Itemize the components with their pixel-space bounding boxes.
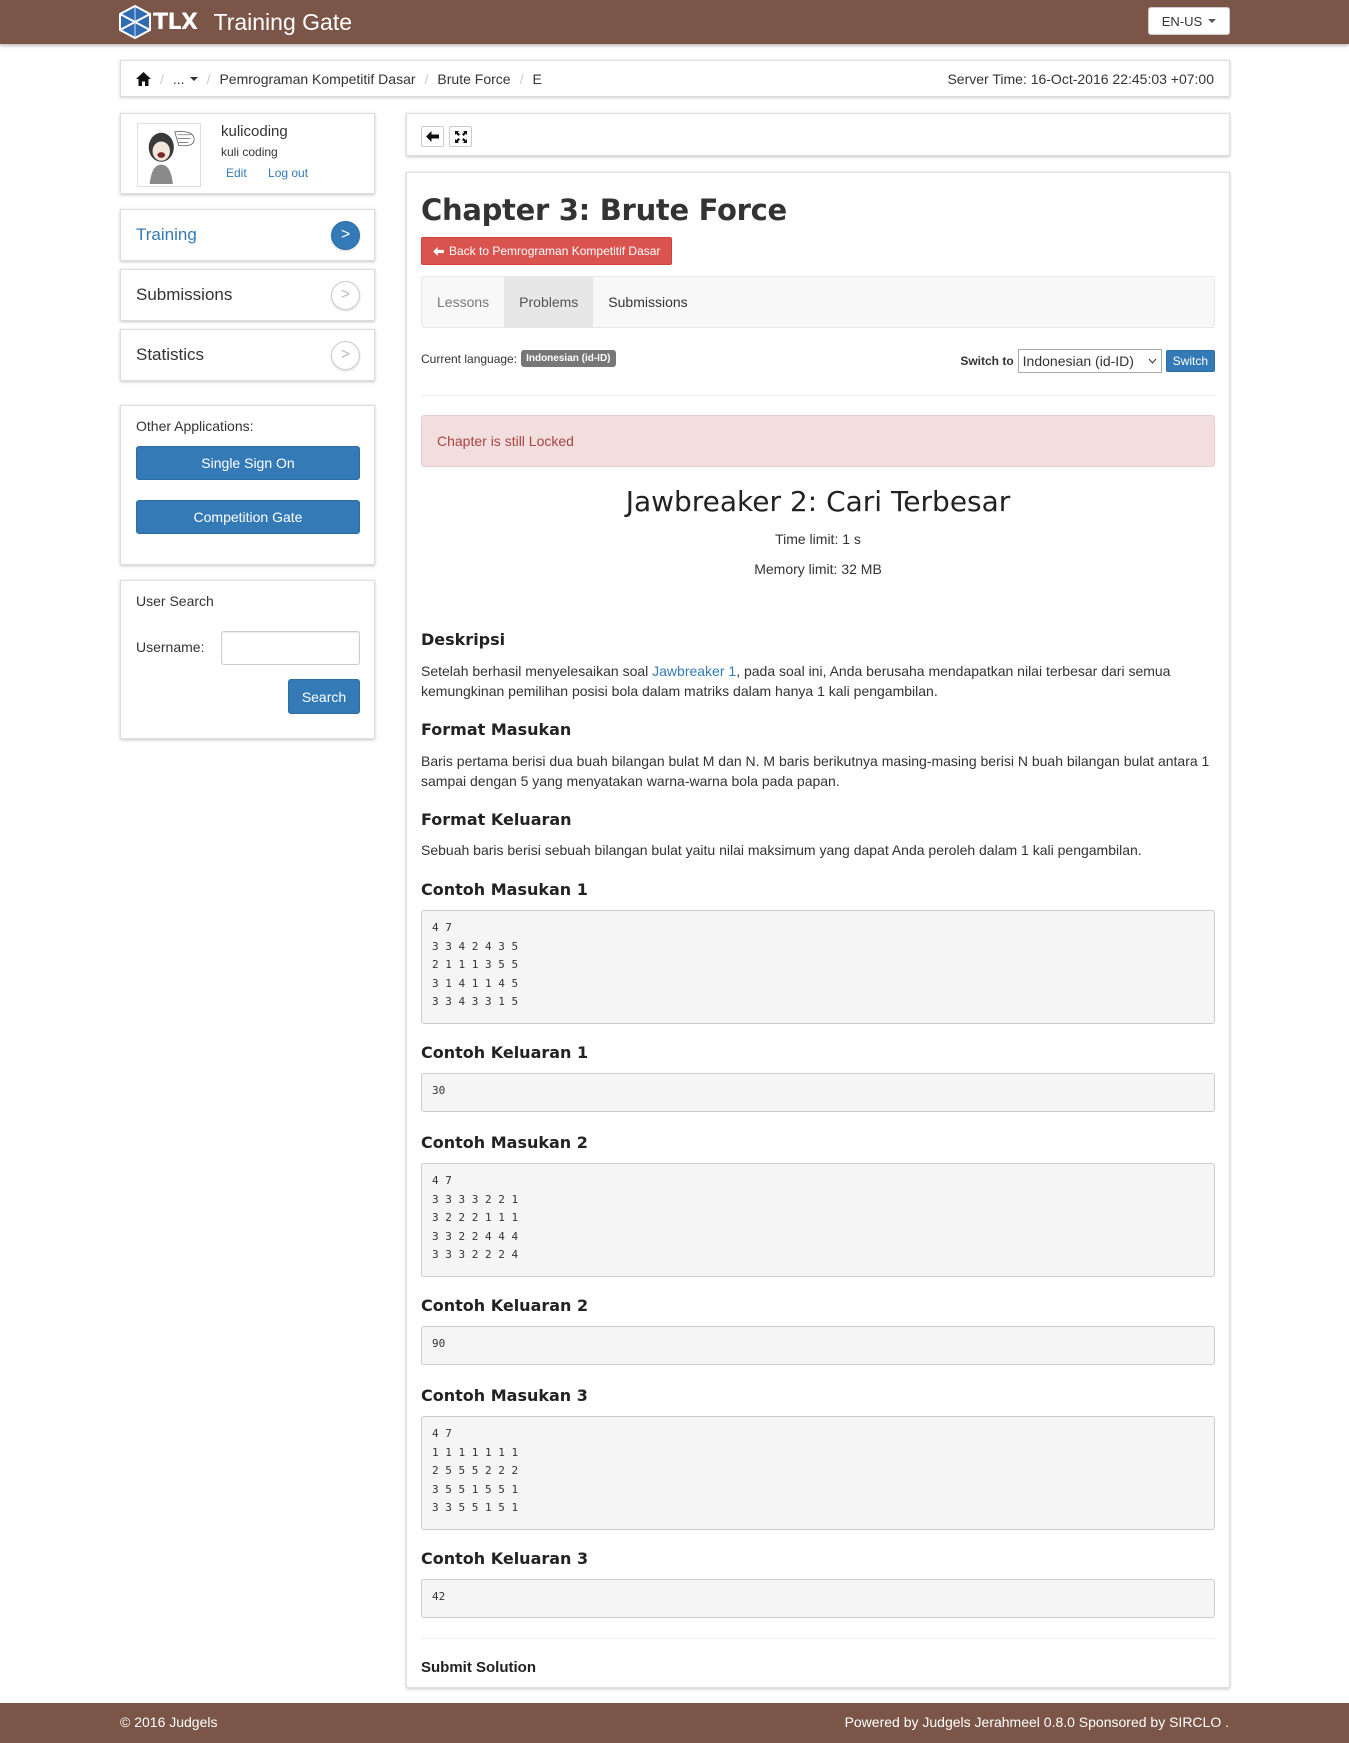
username-search-input[interactable] xyxy=(221,631,360,665)
sidebar-item-submissions[interactable]: Submissions > xyxy=(120,269,375,321)
edit-profile-link[interactable]: Edit xyxy=(226,166,247,180)
divider xyxy=(421,1638,1215,1639)
sample-output-block: 90 xyxy=(421,1326,1215,1365)
description-text: Setelah berhasil menyelesaikan soal Jawb… xyxy=(421,661,1215,701)
tab-problems[interactable]: Problems xyxy=(504,277,594,327)
sample-output-block: 42 xyxy=(421,1579,1215,1618)
sample-input-block: 4 7 3 3 4 2 4 3 5 2 1 1 1 3 5 5 3 1 4 1 … xyxy=(421,910,1215,1024)
back-to-course-label: Back to Pemrograman Kompetitif Dasar xyxy=(449,244,661,258)
breadcrumb-separator: / xyxy=(424,70,429,87)
arrow-left-icon xyxy=(433,246,444,256)
footer: © 2016 Judgels Powered by Judgels Jerahm… xyxy=(0,1703,1349,1743)
competition-gate-button[interactable]: Competition Gate xyxy=(136,500,360,534)
profile-realname: kuli coding xyxy=(221,145,278,159)
caret-down-icon xyxy=(189,76,198,81)
switch-label: Switch to xyxy=(960,354,1014,368)
fullscreen-icon xyxy=(454,130,467,143)
avatar-image xyxy=(140,126,198,184)
arrow-left-icon xyxy=(426,131,439,142)
sample-output-heading: Contoh Keluaran 1 xyxy=(421,1043,589,1062)
profile-panel: kulicoding kuli coding Edit Log out xyxy=(120,113,375,194)
sidebar-item-statistics[interactable]: Statistics > xyxy=(120,329,375,381)
home-icon[interactable] xyxy=(136,71,151,86)
time-limit: Time limit: 1 s xyxy=(775,531,861,547)
language-label: EN-US xyxy=(1161,13,1203,29)
input-format-heading: Format Masukan xyxy=(421,720,572,739)
sample-input-block: 4 7 3 3 3 3 2 2 1 3 2 2 2 1 1 1 3 3 2 2 … xyxy=(421,1163,1215,1277)
switch-language-button[interactable]: Switch xyxy=(1165,350,1215,372)
breadcrumb-more-dropdown[interactable]: ... xyxy=(173,71,198,87)
memory-limit: Memory limit: 32 MB xyxy=(754,561,882,577)
current-language-label: Current language: xyxy=(421,351,518,366)
profile-username: kulicoding xyxy=(221,123,288,140)
output-format-heading: Format Keluaran xyxy=(421,810,572,829)
sample-input-heading: Contoh Masukan 1 xyxy=(421,880,588,899)
language-select-value: Indonesian (id-ID) xyxy=(1022,353,1134,369)
language-select[interactable]: Indonesian (id-ID) xyxy=(1017,349,1162,373)
language-switcher: Switch to Indonesian (id-ID) Switch xyxy=(960,349,1215,373)
problem-title: Jawbreaker 2: Cari Terbesar xyxy=(625,485,1011,518)
breadcrumb-item-course[interactable]: Pemrograman Kompetitif Dasar xyxy=(219,71,415,87)
user-search-panel: User Search Username: Search xyxy=(120,580,375,739)
sample-input-heading: Contoh Masukan 3 xyxy=(421,1386,588,1405)
sample-output-block: 30 xyxy=(421,1073,1215,1112)
submit-solution-heading: Submit Solution xyxy=(421,1659,536,1676)
description-heading: Deskripsi xyxy=(421,630,506,649)
sample-output-heading: Contoh Keluaran 2 xyxy=(421,1296,589,1315)
chevron-right-icon: > xyxy=(331,340,360,370)
jawbreaker-1-link[interactable]: Jawbreaker 1 xyxy=(652,663,736,679)
footer-copyright: © 2016 Judgels xyxy=(120,1714,218,1730)
breadcrumb-separator: / xyxy=(206,70,211,87)
brand-short: TLX xyxy=(153,9,198,35)
footer-powered-by: Powered by Judgels Jerahmeel 0.8.0 Spons… xyxy=(844,1714,1229,1730)
breadcrumb-separator: / xyxy=(519,70,524,87)
chapter-title: Chapter 3: Brute Force xyxy=(421,193,787,227)
caret-down-icon xyxy=(1208,19,1217,23)
sample-output-heading: Contoh Keluaran 3 xyxy=(421,1549,589,1568)
tlx-logo-icon xyxy=(119,5,151,39)
main-content-panel: Chapter 3: Brute Force Back to Pemrogram… xyxy=(406,172,1230,1688)
chevron-right-icon: > xyxy=(331,220,360,250)
sidebar-item-label: Submissions xyxy=(136,285,233,304)
tab-submissions[interactable]: Submissions xyxy=(593,277,702,327)
single-sign-on-button[interactable]: Single Sign On xyxy=(136,446,360,480)
divider xyxy=(421,395,1215,396)
sidebar-item-label: Statistics xyxy=(136,345,205,364)
current-language-badge: Indonesian (id-ID) xyxy=(521,350,616,367)
input-format-text: Baris pertama berisi dua buah bilangan b… xyxy=(421,753,1210,789)
other-applications-title: Other Applications: xyxy=(136,418,254,434)
chevron-right-icon: > xyxy=(331,280,360,310)
chevron-down-icon xyxy=(1148,358,1157,364)
sidebar-item-label: Training xyxy=(136,225,197,244)
avatar xyxy=(137,123,201,187)
chapter-tabs: Lessons Problems Submissions xyxy=(421,276,1215,328)
language-dropdown[interactable]: EN-US xyxy=(1148,7,1230,35)
description-text-before: Setelah berhasil menyelesaikan soal xyxy=(421,663,653,679)
back-button[interactable] xyxy=(421,126,444,147)
logout-link[interactable]: Log out xyxy=(268,166,308,180)
breadcrumb-ellipsis: ... xyxy=(172,70,185,87)
top-navbar: TLX Training Gate EN-US xyxy=(0,0,1349,44)
content-toolbar xyxy=(406,113,1230,156)
breadcrumb-item-problem: E xyxy=(532,70,542,87)
sample-input-block: 4 7 1 1 1 1 1 1 1 2 5 5 5 2 2 2 3 5 5 1 … xyxy=(421,1416,1215,1530)
other-applications-panel: Other Applications: Single Sign On Compe… xyxy=(120,405,375,565)
fullscreen-button[interactable] xyxy=(449,126,472,147)
sample-input-heading: Contoh Masukan 2 xyxy=(421,1133,588,1152)
user-search-title: User Search xyxy=(136,593,214,609)
breadcrumb: / ... / Pemrograman Kompetitif Dasar / B… xyxy=(120,60,1230,97)
breadcrumb-item-chapter[interactable]: Brute Force xyxy=(437,71,510,87)
server-time: Server Time: 16-Oct-2016 22:45:03 +07:00 xyxy=(947,70,1214,87)
username-label: Username: xyxy=(136,639,205,655)
tab-lessons[interactable]: Lessons xyxy=(422,277,504,327)
user-search-button[interactable]: Search xyxy=(288,679,360,714)
output-format-text: Sebuah baris berisi sebuah bilangan bula… xyxy=(421,842,1142,858)
back-to-course-button[interactable]: Back to Pemrograman Kompetitif Dasar xyxy=(421,237,673,265)
brand-title: Training Gate xyxy=(213,8,353,35)
sidebar-item-training[interactable]: Training > xyxy=(120,209,375,261)
locked-alert: Chapter is still Locked xyxy=(421,415,1215,467)
breadcrumb-separator: / xyxy=(160,70,164,87)
current-language: Current language: Indonesian (id-ID) xyxy=(421,350,616,367)
brand[interactable]: TLX Training Gate xyxy=(119,4,352,40)
